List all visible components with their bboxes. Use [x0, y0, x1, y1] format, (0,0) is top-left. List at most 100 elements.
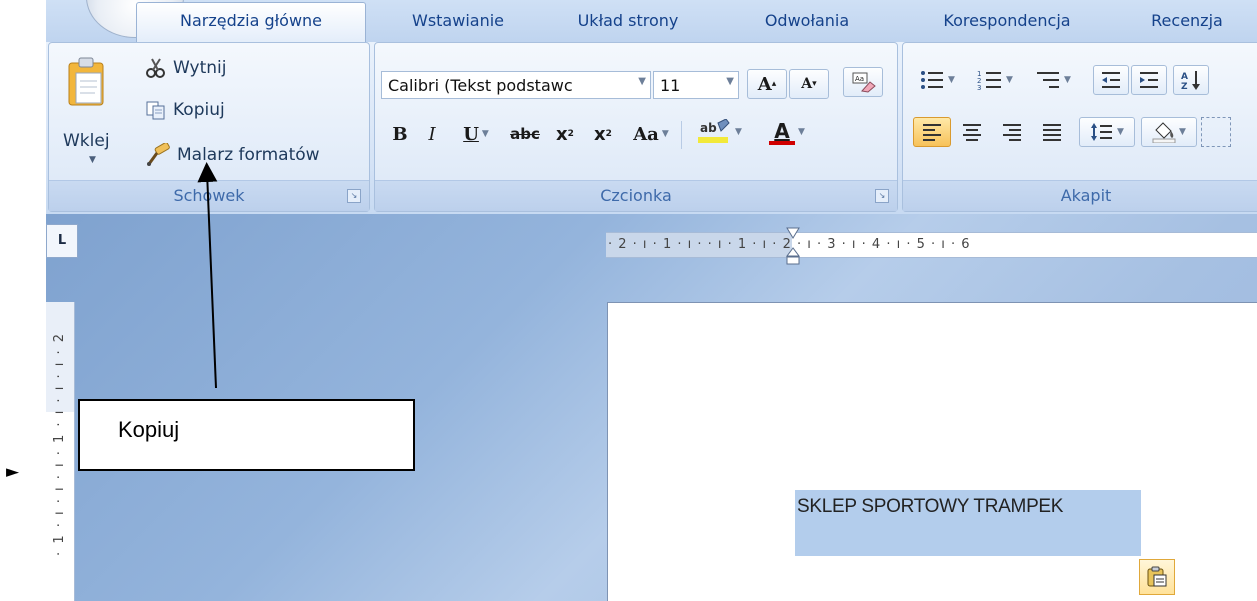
- svg-text:ab: ab: [700, 121, 717, 135]
- ribbon: Wklej ▼ Wytnij Kopiuj Malarz formatów Sc…: [46, 42, 1257, 214]
- font-separator: [681, 121, 682, 149]
- highlighter-icon: ab: [698, 119, 730, 143]
- font-launcher-icon[interactable]: ↘: [875, 189, 889, 203]
- sort-button[interactable]: A Z: [1173, 65, 1209, 95]
- copy-button[interactable]: Kopiuj: [145, 99, 225, 121]
- paste-options-button[interactable]: [1139, 559, 1175, 595]
- bold-button[interactable]: B: [385, 119, 415, 149]
- highlight-button[interactable]: ab ▼: [687, 117, 753, 147]
- font-group: Calibri (Tekst podstawc ▼ 11 ▼ A ▴ A ▾ Aa: [374, 42, 898, 212]
- shrink-font-button[interactable]: A ▾: [789, 69, 829, 99]
- selected-text[interactable]: SKLEP SPORTOWY TRAMPEK: [797, 496, 1063, 518]
- justify-icon: [1043, 124, 1061, 141]
- cut-label: Wytnij: [173, 58, 227, 78]
- line-spacing-button[interactable]: ▼: [1079, 117, 1135, 147]
- multilevel-dropdown-icon[interactable]: ▼: [1064, 75, 1071, 85]
- annotation-callout: Kopiuj: [78, 399, 415, 471]
- multilevel-list-button[interactable]: ▼: [1025, 65, 1081, 95]
- subscript-button[interactable]: x2: [547, 119, 583, 149]
- bullets-button[interactable]: ▼: [909, 65, 965, 95]
- format-painter-button[interactable]: Malarz formatów: [145, 143, 320, 167]
- align-center-icon: [963, 124, 981, 141]
- tab-home[interactable]: Narzędzia główne: [136, 2, 366, 43]
- font-name-value: Calibri (Tekst podstawc: [388, 75, 573, 95]
- svg-text:Aa: Aa: [855, 75, 864, 83]
- paste-label: Wklej: [63, 131, 110, 151]
- svg-text:3: 3: [977, 84, 981, 91]
- strikethrough-button[interactable]: abc: [505, 119, 545, 149]
- format-painter-label: Malarz formatów: [177, 145, 320, 165]
- tab-mailings[interactable]: Korespondencja: [912, 6, 1102, 36]
- paste-dropdown-icon[interactable]: ▼: [89, 155, 96, 165]
- font-color-dropdown-icon[interactable]: ▼: [798, 127, 805, 137]
- grow-font-glyph: A: [757, 73, 772, 95]
- horizontal-ruler[interactable]: · 2 · ı · 1 · ı · · ı · 1 · ı · 2 · ı · …: [606, 232, 1257, 258]
- shading-dropdown-icon[interactable]: ▼: [1179, 127, 1186, 137]
- align-right-button[interactable]: [993, 117, 1031, 147]
- svg-text:Z: Z: [1181, 82, 1188, 91]
- shading-button[interactable]: ▼: [1141, 117, 1197, 147]
- numbering-icon: 1 2 3: [977, 70, 1002, 91]
- indent-marker-icon[interactable]: [786, 226, 800, 266]
- justify-button[interactable]: [1033, 117, 1071, 147]
- align-center-button[interactable]: [953, 117, 991, 147]
- tab-review[interactable]: Recenzja: [1132, 6, 1242, 36]
- align-left-button[interactable]: [913, 117, 951, 147]
- vertical-ruler[interactable]: · 1 · ı · ı · ı · 1 · ı · ı · ı · 2: [46, 302, 75, 601]
- copy-icon: [146, 101, 165, 120]
- document-page[interactable]: [607, 302, 1257, 601]
- line-spacing-icon: [1091, 123, 1113, 141]
- paintbrush-icon: [147, 143, 170, 166]
- numbering-dropdown-icon[interactable]: ▼: [1006, 75, 1013, 85]
- shrink-font-glyph: A: [801, 76, 813, 92]
- tab-references[interactable]: Odwołania: [742, 6, 872, 36]
- decrease-indent-icon: [1102, 72, 1120, 88]
- paste-icon: [68, 57, 104, 106]
- tab-selector-icon[interactable]: L: [46, 224, 78, 258]
- align-right-icon: [1003, 124, 1021, 141]
- increase-indent-icon: [1140, 72, 1158, 88]
- italic-button[interactable]: I: [417, 119, 447, 149]
- copy-label: Kopiuj: [173, 100, 225, 120]
- underline-glyph: U: [463, 123, 479, 145]
- decrease-indent-button[interactable]: [1093, 65, 1129, 95]
- paint-bucket-icon: [1152, 122, 1176, 143]
- tab-page-layout[interactable]: Układ strony: [554, 6, 702, 36]
- font-name-dropdown-icon[interactable]: ▼: [638, 76, 646, 87]
- paragraph-group: ▼ 1 2 3 ▼ ▼ A Z ▼ ▼ Akapit: [902, 42, 1257, 212]
- font-name-combo[interactable]: Calibri (Tekst podstawc ▼: [381, 71, 651, 99]
- underline-dropdown-icon[interactable]: ▼: [482, 129, 489, 139]
- eraser-icon: Aa: [852, 72, 876, 93]
- change-case-button[interactable]: Aa ▼: [625, 119, 677, 149]
- font-color-button[interactable]: A ▼: [759, 117, 815, 147]
- pointer-marker-icon: ►: [6, 462, 20, 482]
- change-case-dropdown-icon[interactable]: ▼: [662, 129, 669, 139]
- change-case-glyph: Aa: [633, 123, 659, 145]
- multilevel-list-icon: [1037, 72, 1060, 88]
- increase-indent-button[interactable]: [1131, 65, 1167, 95]
- superscript-button[interactable]: x2: [585, 119, 621, 149]
- bullets-dropdown-icon[interactable]: ▼: [948, 75, 955, 85]
- callout-text: Kopiuj: [118, 417, 180, 442]
- numbering-button[interactable]: 1 2 3 ▼: [967, 65, 1023, 95]
- font-size-combo[interactable]: 11 ▼: [653, 71, 739, 99]
- cut-button[interactable]: Wytnij: [145, 57, 226, 79]
- vertical-ruler-ticks: · 1 · ı · ı · ı · 1 · ı · ı · ı · 2: [52, 332, 67, 556]
- subscript-glyph: x: [556, 123, 568, 145]
- clear-formatting-button[interactable]: Aa: [843, 67, 883, 97]
- paragraph-group-label: Akapit: [903, 180, 1257, 211]
- ribbon-tab-row: Narzędzia główne Wstawianie Układ strony…: [46, 0, 1257, 43]
- word-window: Narzędzia główne Wstawianie Układ strony…: [0, 0, 1257, 601]
- borders-button[interactable]: [1201, 117, 1231, 147]
- tab-insert[interactable]: Wstawianie: [384, 6, 532, 36]
- line-spacing-dropdown-icon[interactable]: ▼: [1117, 127, 1124, 137]
- underline-button[interactable]: U ▼: [451, 119, 501, 149]
- clipboard-launcher-icon[interactable]: ↘: [347, 189, 361, 203]
- clipboard-group: Wklej ▼ Wytnij Kopiuj Malarz formatów Sc…: [48, 42, 370, 212]
- grow-font-button[interactable]: A ▴: [747, 69, 787, 99]
- font-size-value: 11: [660, 75, 681, 95]
- clipboard-group-label: Schowek: [49, 180, 369, 211]
- clipboard-icon: [1147, 566, 1167, 587]
- highlight-dropdown-icon[interactable]: ▼: [735, 127, 742, 137]
- font-size-dropdown-icon[interactable]: ▼: [726, 76, 734, 87]
